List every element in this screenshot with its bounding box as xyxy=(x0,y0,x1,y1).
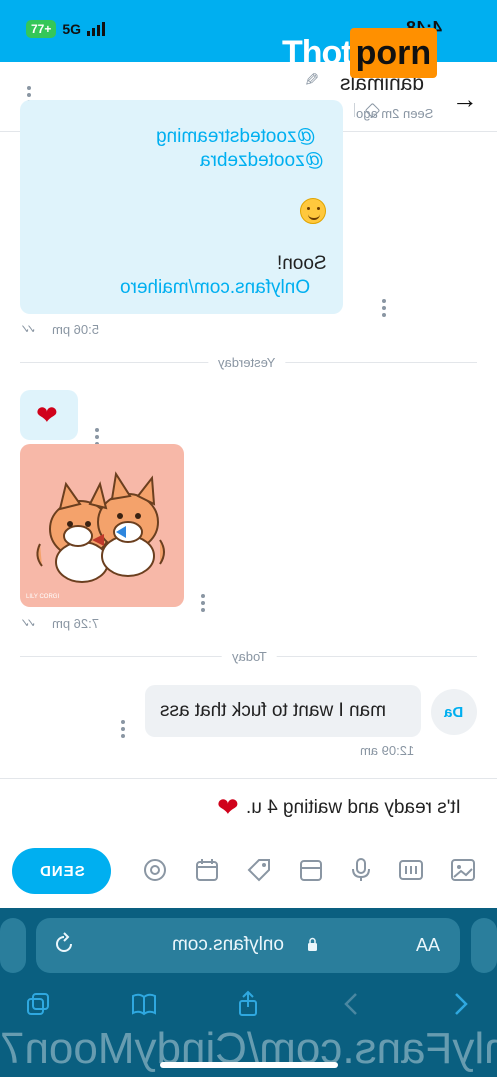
message-time: 5:06 pm xyxy=(52,322,99,337)
thotporn-watermark: Thot porn xyxy=(282,28,438,78)
mention-link[interactable]: @zootedstreaming xyxy=(156,126,316,148)
status-indicators: 77+ 5G xyxy=(26,20,106,38)
message-more-icon[interactable] xyxy=(201,594,205,612)
send-label: SEND xyxy=(38,862,85,880)
home-indicator[interactable] xyxy=(160,1062,338,1068)
avatar[interactable]: Da xyxy=(431,689,477,735)
smile-emoji-icon xyxy=(300,198,326,224)
reload-icon[interactable] xyxy=(52,932,76,956)
watermark-left: Thot xyxy=(282,33,353,72)
network-label: 5G xyxy=(62,21,82,37)
tabs-icon[interactable] xyxy=(24,990,52,1018)
bookmarks-icon[interactable] xyxy=(130,990,158,1018)
sticker-tag: LILY CORGI xyxy=(26,594,60,600)
lock-icon xyxy=(308,937,317,951)
forward-icon[interactable] xyxy=(446,990,474,1018)
watermark-right: porn xyxy=(349,28,438,78)
corgi-illustration xyxy=(36,471,165,583)
read-checkmarks-icon: ✓✓ xyxy=(24,616,37,630)
message-link[interactable]: Onlyfans.com/maihero xyxy=(120,277,310,299)
url-text[interactable]: onlyfans.com xyxy=(172,934,284,956)
message-text: man I want to fuck that ass xyxy=(160,700,386,721)
message-time: 12:09 am xyxy=(360,743,415,758)
camera-icon[interactable] xyxy=(142,857,168,883)
signal-icon xyxy=(87,22,106,36)
back-arrow-icon[interactable]: ← xyxy=(452,84,478,115)
share-icon[interactable] xyxy=(234,990,262,1018)
image-icon[interactable] xyxy=(450,857,476,883)
read-checkmarks-icon: ✓✓ xyxy=(24,322,37,336)
date-divider-label: Today xyxy=(222,649,277,664)
message-time: 7:26 pm xyxy=(52,616,99,631)
message-text: Soon! xyxy=(277,253,327,274)
battery-indicator: 77+ xyxy=(26,20,57,38)
message-input[interactable]: It's ready and waiting 4 u. xyxy=(246,797,461,819)
vault-icon[interactable] xyxy=(298,857,324,883)
next-tab[interactable] xyxy=(471,918,497,973)
avatar-initials: Da xyxy=(444,703,464,721)
back-icon[interactable] xyxy=(338,990,366,1018)
reader-mode-button[interactable]: AA xyxy=(416,935,440,956)
microphone-icon[interactable] xyxy=(348,857,374,883)
mention-link[interactable]: @zootedzebra xyxy=(200,150,324,172)
message-more-icon[interactable] xyxy=(121,720,125,738)
calendar-icon[interactable] xyxy=(194,857,220,883)
price-tag-icon[interactable] xyxy=(246,857,272,883)
star-icon[interactable] xyxy=(364,102,381,118)
corgi-sticker-image[interactable]: LILY CORGI xyxy=(20,444,184,607)
previous-tab[interactable] xyxy=(0,918,26,973)
heart-emoji-icon: ❤ xyxy=(36,400,58,430)
send-button[interactable]: SEND xyxy=(12,848,111,894)
gif-icon[interactable] xyxy=(398,857,424,883)
composer-divider xyxy=(0,778,497,779)
message-more-icon[interactable] xyxy=(382,299,386,317)
heart-emoji-icon: ❤ xyxy=(217,792,239,822)
date-divider-label: Yesterday xyxy=(208,355,286,370)
